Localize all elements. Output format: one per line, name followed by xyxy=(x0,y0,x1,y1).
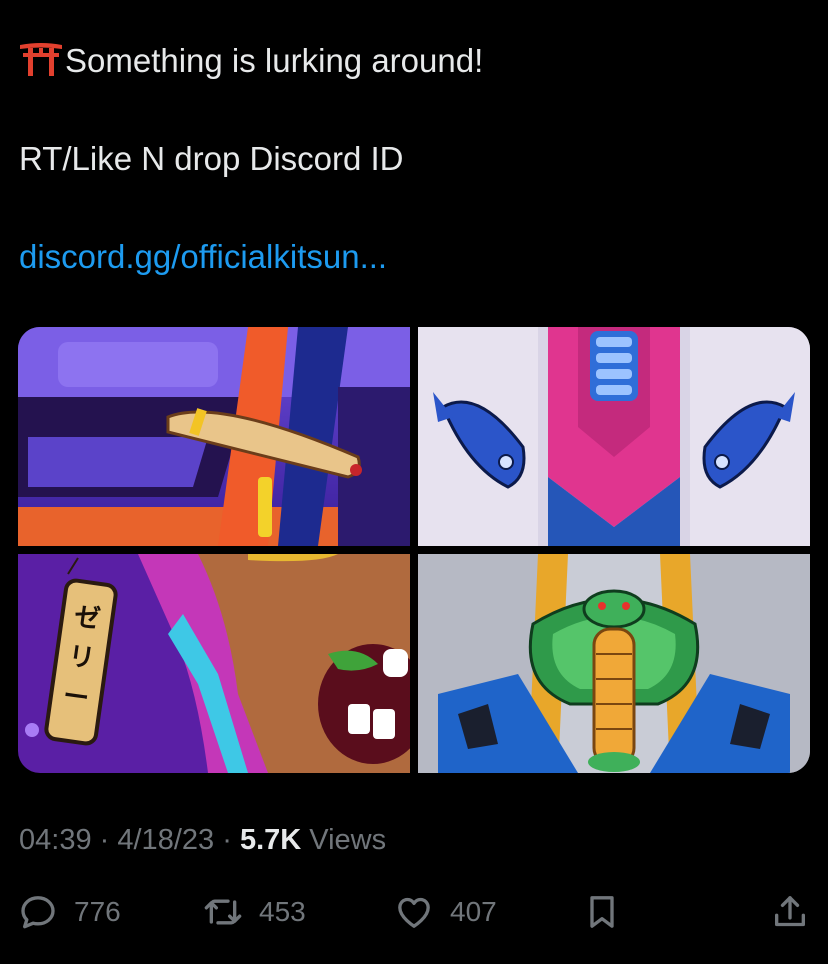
media-grid: ゼ リ ー xyxy=(18,327,810,773)
retweet-icon xyxy=(204,899,242,925)
svg-text:リ: リ xyxy=(67,641,97,674)
share-icon xyxy=(775,896,805,927)
heart-icon xyxy=(398,897,430,928)
tag-mouth-artwork: ゼ リ ー xyxy=(18,554,410,773)
reply-button[interactable]: 776 xyxy=(18,888,121,936)
like-count: 407 xyxy=(450,896,497,927)
discord-link[interactable]: discord.gg/officialkitsun... xyxy=(19,238,387,275)
share-button[interactable] xyxy=(770,888,810,936)
action-bar: 776 453 407 xyxy=(0,888,828,936)
media-image-cigar[interactable] xyxy=(18,327,410,546)
meta-separator: · xyxy=(222,824,232,856)
torii-gate-icon xyxy=(20,43,62,76)
tweet-time: 04:39 xyxy=(19,824,92,856)
reply-count: 776 xyxy=(74,896,121,927)
media-image-tag-mouth[interactable]: ゼ リ ー xyxy=(18,554,410,773)
tweet-line-2: RT/Like N drop Discord ID xyxy=(19,140,404,177)
tweet-line-1: Something is lurking around! xyxy=(19,36,809,85)
like-button[interactable]: 407 xyxy=(394,888,497,936)
retweet-button[interactable]: 453 xyxy=(203,888,306,936)
reply-icon xyxy=(21,896,55,929)
bookmark-button[interactable] xyxy=(582,888,622,936)
bookmark-icon xyxy=(590,896,614,928)
tweet-line-1-text: Something is lurking around! xyxy=(65,42,484,79)
svg-text:ー: ー xyxy=(61,681,91,714)
meta-separator: · xyxy=(99,824,110,856)
media-image-fish-mech[interactable] xyxy=(418,327,810,546)
cobra-mech-artwork xyxy=(418,554,810,773)
tag-sign-text: ゼ xyxy=(72,602,102,635)
views-count: 5.7K xyxy=(239,824,302,856)
tweet-date: 4/18/23 xyxy=(117,824,215,856)
views-label: Views xyxy=(309,824,387,856)
cigar-artwork xyxy=(18,327,410,546)
tweet-meta: 04:39 · 4/18/23 · 5.7K Views xyxy=(19,820,386,860)
media-image-cobra-mech[interactable] xyxy=(418,554,810,773)
retweet-count: 453 xyxy=(259,896,306,927)
tweet-text: Something is lurking around! RT/Like N d… xyxy=(19,36,809,281)
fish-mech-artwork xyxy=(418,327,810,546)
